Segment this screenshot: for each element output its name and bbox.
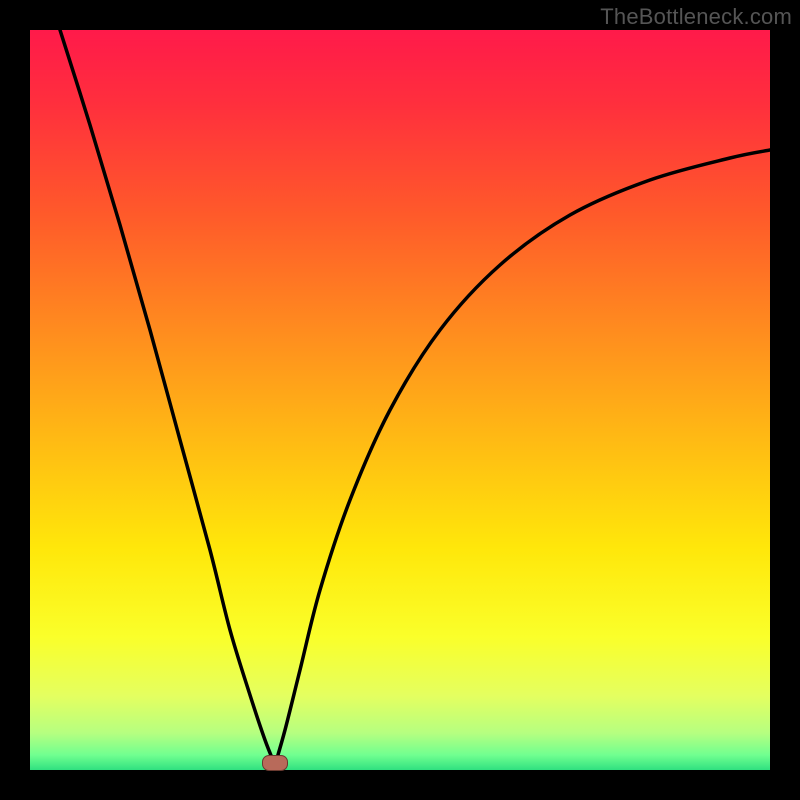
watermark-text: TheBottleneck.com (600, 4, 792, 30)
plot-area (30, 30, 770, 770)
outer-frame: TheBottleneck.com (0, 0, 800, 800)
minimum-marker (262, 755, 288, 771)
bottleneck-curve (30, 30, 770, 770)
curve-right-branch (275, 150, 770, 765)
curve-left-branch (60, 30, 275, 765)
